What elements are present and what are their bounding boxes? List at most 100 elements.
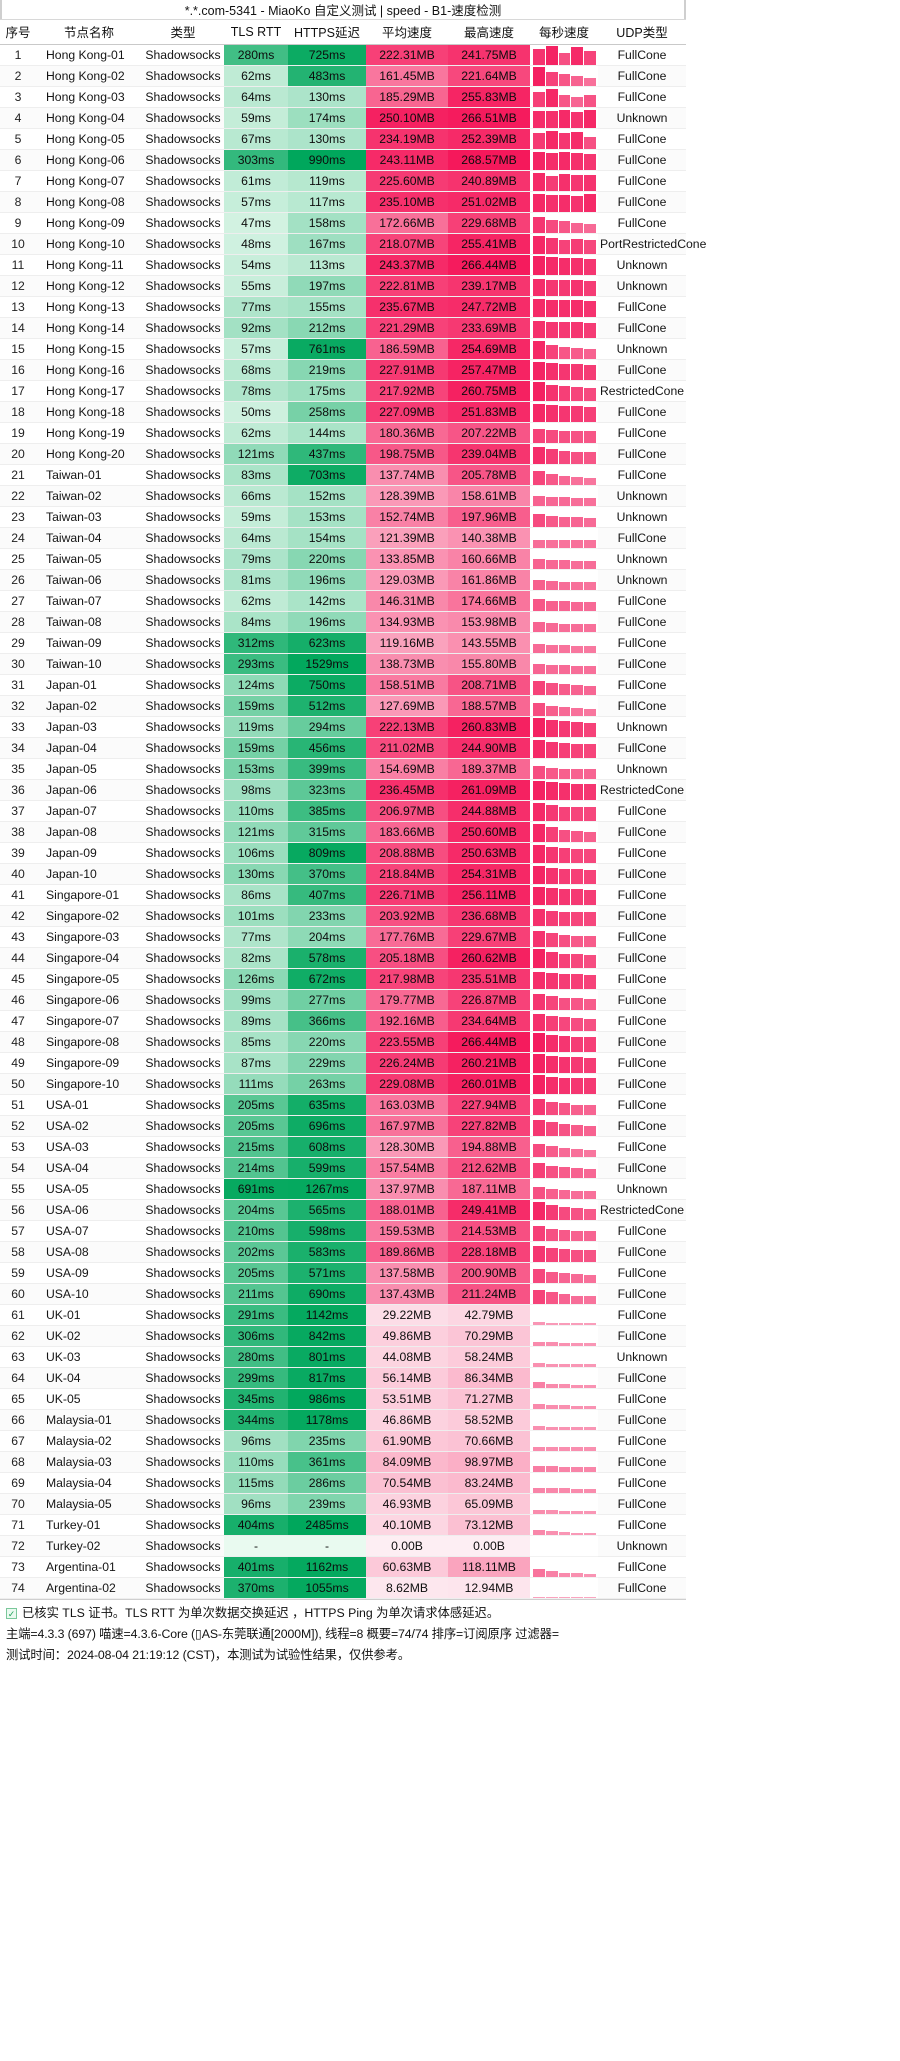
table-row[interactable]: 46 Singapore-06 Shadowsocks 99ms 277ms 179.77…	[0, 989, 686, 1011]
table-row[interactable]: 54 USA-04 Shadowsocks 214ms 599ms 157.54MB 212…	[0, 1157, 686, 1179]
table-row[interactable]: 36 Japan-06 Shadowsocks 98ms 323ms 236.45MB 26…	[0, 779, 686, 801]
table-row[interactable]: 9 Hong Kong-09 Shadowsocks 47ms 158ms 172.66M…	[0, 212, 686, 234]
table-row[interactable]: 60 USA-10 Shadowsocks 211ms 690ms 137.43MB 211…	[0, 1283, 686, 1305]
table-row[interactable]: 41 Singapore-01 Shadowsocks 86ms 407ms 226.71…	[0, 884, 686, 906]
table-row[interactable]: 6 Hong Kong-06 Shadowsocks 303ms 990ms 243.11…	[0, 149, 686, 171]
table-row[interactable]: 10 Hong Kong-10 Shadowsocks 48ms 167ms 218.07…	[0, 233, 706, 255]
col-header-index[interactable]: 序号	[0, 20, 36, 45]
table-row[interactable]: 71 Turkey-01 Shadowsocks 404ms 2485ms 40.10MB…	[0, 1514, 686, 1536]
col-header-node-name[interactable]: 节点名称	[36, 20, 142, 45]
table-row[interactable]: 62 UK-02 Shadowsocks 306ms 842ms 49.86MB 70.29…	[0, 1325, 686, 1347]
table-row[interactable]: 43 Singapore-03 Shadowsocks 77ms 204ms 177.76…	[0, 926, 686, 948]
row-tls-rtt: 205ms	[224, 1094, 288, 1116]
table-row[interactable]: 72 Turkey-02 Shadowsocks - -0.00B 0.00B Unknow…	[0, 1535, 686, 1557]
table-row[interactable]: 5 Hong Kong-05 Shadowsocks 67ms 130ms 234.19M…	[0, 128, 686, 150]
table-row[interactable]: 47 Singapore-07 Shadowsocks 89ms 366ms 192.16…	[0, 1010, 686, 1032]
row-https-latency: 117ms	[288, 191, 366, 213]
table-row[interactable]: 59 USA-09 Shadowsocks 205ms 571ms 137.58MB 200…	[0, 1262, 686, 1284]
table-row[interactable]: 49 Singapore-09 Shadowsocks 87ms 229ms 226.24…	[0, 1052, 686, 1074]
table-row[interactable]: 58 USA-08 Shadowsocks 202ms 583ms 189.86MB 228…	[0, 1241, 686, 1263]
col-header-udp-type[interactable]: UDP类型	[598, 20, 686, 45]
table-row[interactable]: 7 Hong Kong-07 Shadowsocks 61ms 119ms 225.60M…	[0, 170, 686, 192]
table-row[interactable]: 26 Taiwan-06 Shadowsocks 81ms 196ms 129.03MB 1…	[0, 569, 686, 591]
table-row[interactable]: 74 Argentina-02 Shadowsocks 370ms 1055ms 8.62…	[0, 1577, 686, 1599]
row-tls-rtt: 77ms	[224, 296, 288, 318]
table-row[interactable]: 40 Japan-10 Shadowsocks 130ms 370ms 218.84MB 2…	[0, 863, 686, 885]
table-row[interactable]: 64 UK-04 Shadowsocks 299ms 817ms 56.14MB 86.34…	[0, 1367, 686, 1389]
sparkline-bar	[545, 622, 558, 632]
table-row[interactable]: 18 Hong Kong-18 Shadowsocks 50ms 258ms 227.09…	[0, 401, 686, 423]
table-row[interactable]: 22 Taiwan-02 Shadowsocks 66ms 152ms 128.39MB 1…	[0, 485, 686, 507]
table-row[interactable]: 13 Hong Kong-13 Shadowsocks 77ms 155ms 235.67…	[0, 296, 686, 318]
table-row[interactable]: 51 USA-01 Shadowsocks 205ms 635ms 163.03MB 227…	[0, 1094, 686, 1116]
col-header-avg-speed[interactable]: 平均速度	[366, 20, 448, 45]
table-row[interactable]: 23 Taiwan-03 Shadowsocks 59ms 153ms 152.74MB 1…	[0, 506, 686, 528]
table-row[interactable]: 24 Taiwan-04 Shadowsocks 64ms 154ms 121.39MB 1…	[0, 527, 686, 549]
table-row[interactable]: 11 Hong Kong-11 Shadowsocks 54ms 113ms 243.37…	[0, 254, 686, 276]
table-row[interactable]: 37 Japan-07 Shadowsocks 110ms 385ms 206.97MB 2…	[0, 800, 686, 822]
table-row[interactable]: 15 Hong Kong-15 Shadowsocks 57ms 761ms 186.59…	[0, 338, 686, 360]
table-row[interactable]: 68 Malaysia-03 Shadowsocks 110ms 361ms 84.09M…	[0, 1451, 686, 1473]
sparkline-bar	[558, 664, 571, 674]
row-avg-speed: 206.97MB	[366, 800, 448, 822]
table-row[interactable]: 16 Hong Kong-16 Shadowsocks 68ms 219ms 227.91…	[0, 359, 686, 381]
table-row[interactable]: 3 Hong Kong-03 Shadowsocks 64ms 130ms 185.29M…	[0, 86, 686, 108]
table-row[interactable]: 73 Argentina-01 Shadowsocks 401ms 1162ms 60.6…	[0, 1556, 686, 1578]
table-row[interactable]: 50 Singapore-10 Shadowsocks 111ms 263ms 229.0…	[0, 1073, 686, 1095]
table-row[interactable]: 55 USA-05 Shadowsocks 691ms 1267ms 137.97MB 18…	[0, 1178, 686, 1200]
table-row[interactable]: 2 Hong Kong-02 Shadowsocks 62ms 483ms 161.45M…	[0, 65, 686, 87]
table-row[interactable]: 38 Japan-08 Shadowsocks 121ms 315ms 183.66MB 2…	[0, 821, 686, 843]
table-row[interactable]: 39 Japan-09 Shadowsocks 106ms 809ms 208.88MB 2…	[0, 842, 686, 864]
sparkline-bar	[533, 558, 545, 569]
table-row[interactable]: 30 Taiwan-10 Shadowsocks 293ms 1529ms 138.73M…	[0, 653, 686, 675]
col-header-type[interactable]: 类型	[142, 20, 224, 45]
sparkline-bar	[571, 707, 584, 716]
table-row[interactable]: 63 UK-03 Shadowsocks 280ms 801ms 44.08MB 58.24…	[0, 1346, 686, 1368]
table-row[interactable]: 14 Hong Kong-14 Shadowsocks 92ms 212ms 221.29…	[0, 317, 686, 339]
table-row[interactable]: 27 Taiwan-07 Shadowsocks 62ms 142ms 146.31MB 1…	[0, 590, 686, 612]
row-avg-speed: 46.93MB	[366, 1493, 448, 1515]
col-header-tls-rtt[interactable]: TLS RTT	[224, 20, 288, 45]
table-row[interactable]: 66 Malaysia-01 Shadowsocks 344ms 1178ms 46.86…	[0, 1409, 686, 1431]
row-index: 23	[0, 506, 36, 528]
table-row[interactable]: 48 Singapore-08 Shadowsocks 85ms 220ms 223.55…	[0, 1031, 686, 1053]
table-row[interactable]: 8 Hong Kong-08 Shadowsocks 57ms 117ms 235.10M…	[0, 191, 686, 213]
sparkline-bar	[571, 1190, 584, 1199]
table-row[interactable]: 35 Japan-05 Shadowsocks 153ms 399ms 154.69MB 1…	[0, 758, 686, 780]
col-header-max-speed[interactable]: 最高速度	[448, 20, 530, 45]
row-index: 34	[0, 737, 36, 759]
table-row[interactable]: 28 Taiwan-08 Shadowsocks 84ms 196ms 134.93MB 1…	[0, 611, 686, 633]
table-row[interactable]: 56 USA-06 Shadowsocks 204ms 565ms 188.01MB 249…	[0, 1199, 686, 1221]
table-row[interactable]: 29 Taiwan-09 Shadowsocks 312ms 623ms 119.16MB…	[0, 632, 686, 654]
table-row[interactable]: 4 Hong Kong-04 Shadowsocks 59ms 174ms 250.10M…	[0, 107, 686, 129]
table-row[interactable]: 45 Singapore-05 Shadowsocks 126ms 672ms 217.9…	[0, 968, 686, 990]
col-header-https-latency[interactable]: HTTPS延迟	[288, 20, 366, 45]
table-row[interactable]: 61 UK-01 Shadowsocks 291ms 1142ms 29.22MB 42.7…	[0, 1304, 686, 1326]
table-row[interactable]: 17 Hong Kong-17 Shadowsocks 78ms 175ms 217.92…	[0, 380, 686, 402]
row-node-name: UK-04	[36, 1367, 142, 1389]
table-row[interactable]: 44 Singapore-04 Shadowsocks 82ms 578ms 205.18…	[0, 947, 686, 969]
table-row[interactable]: 34 Japan-04 Shadowsocks 159ms 456ms 211.02MB 2…	[0, 737, 686, 759]
table-row[interactable]: 19 Hong Kong-19 Shadowsocks 62ms 144ms 180.36…	[0, 422, 686, 444]
table-row[interactable]: 21 Taiwan-01 Shadowsocks 83ms 703ms 137.74MB 2…	[0, 464, 686, 486]
table-row[interactable]: 32 Japan-02 Shadowsocks 159ms 512ms 127.69MB 1…	[0, 695, 686, 717]
table-row[interactable]: 20 Hong Kong-20 Shadowsocks 121ms 437ms 198.7…	[0, 443, 686, 465]
table-row[interactable]: 42 Singapore-02 Shadowsocks 101ms 233ms 203.9…	[0, 905, 686, 927]
table-row[interactable]: 57 USA-07 Shadowsocks 210ms 598ms 159.53MB 214…	[0, 1220, 686, 1242]
table-row[interactable]: 33 Japan-03 Shadowsocks 119ms 294ms 222.13MB 2…	[0, 716, 686, 738]
table-row[interactable]: 31 Japan-01 Shadowsocks 124ms 750ms 158.51MB 2…	[0, 674, 686, 696]
row-node-type: Shadowsocks	[142, 128, 224, 150]
table-row[interactable]: 52 USA-02 Shadowsocks 205ms 696ms 167.97MB 227…	[0, 1115, 686, 1137]
row-https-latency: 155ms	[288, 296, 366, 318]
table-row[interactable]: 53 USA-03 Shadowsocks 215ms 608ms 128.30MB 194…	[0, 1136, 686, 1158]
table-row[interactable]: 70 Malaysia-05 Shadowsocks 96ms 239ms 46.93MB…	[0, 1493, 686, 1515]
row-max-speed: 205.78MB	[448, 464, 530, 486]
table-row[interactable]: 25 Taiwan-05 Shadowsocks 79ms 220ms 133.85MB 1…	[0, 548, 686, 570]
table-row[interactable]: 12 Hong Kong-12 Shadowsocks 55ms 197ms 222.81…	[0, 275, 686, 297]
table-row[interactable]: 1 Hong Kong-01 Shadowsocks 280ms 725ms 222.31…	[0, 44, 686, 66]
row-max-speed: 58.24MB	[448, 1346, 530, 1368]
table-row[interactable]: 67 Malaysia-02 Shadowsocks 96ms 235ms 61.90MB…	[0, 1430, 686, 1452]
table-row[interactable]: 65 UK-05 Shadowsocks 345ms 986ms 53.51MB 71.27…	[0, 1388, 686, 1410]
col-header-per-second-speed[interactable]: 每秒速度	[530, 20, 598, 45]
table-row[interactable]: 69 Malaysia-04 Shadowsocks 115ms 286ms 70.54M…	[0, 1472, 686, 1494]
